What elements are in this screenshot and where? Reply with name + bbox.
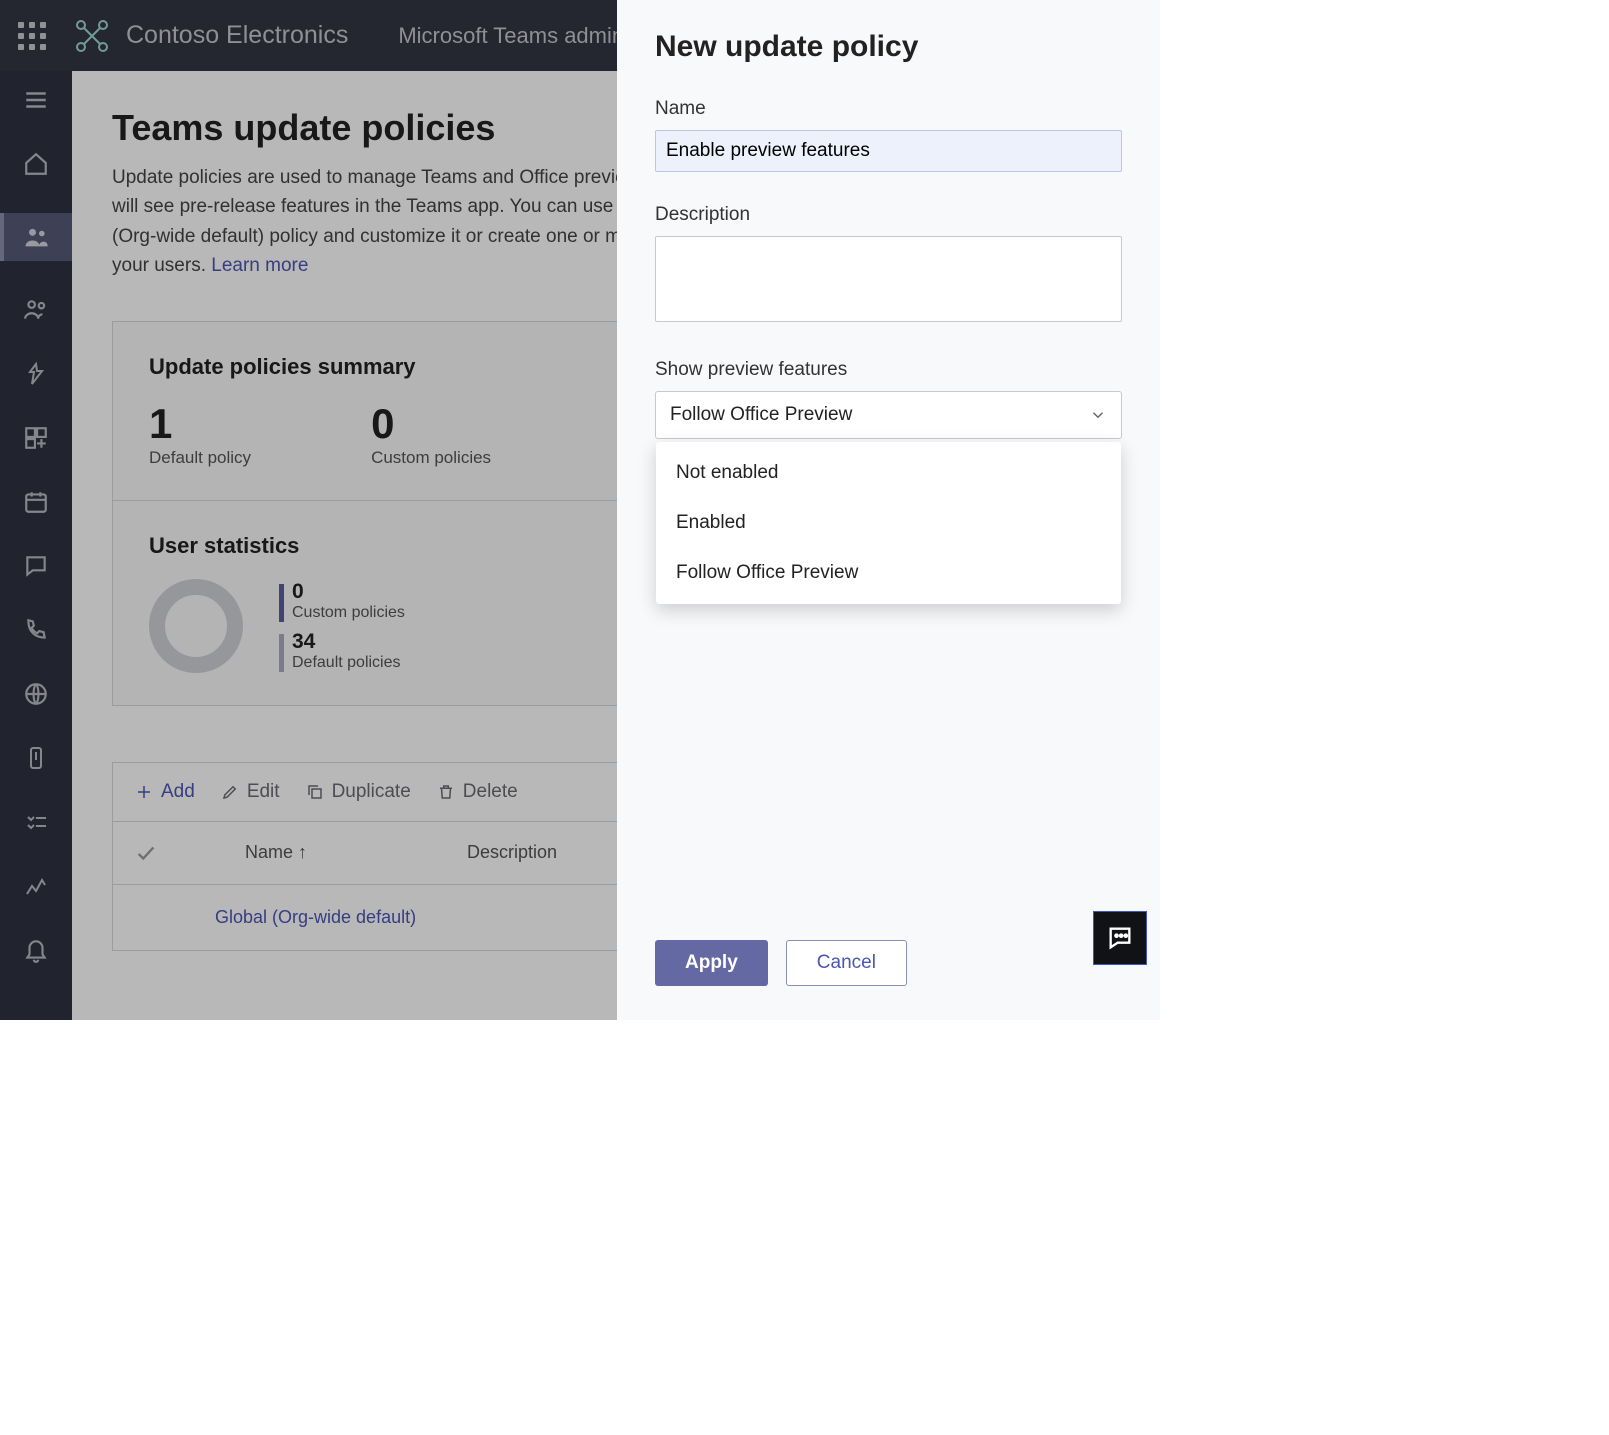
custom-policy-count: 0 — [371, 400, 491, 448]
kpi-default-value: 34 — [292, 630, 401, 654]
add-button[interactable]: Add — [135, 781, 195, 803]
apply-button[interactable]: Apply — [655, 940, 768, 986]
nav-calendar-icon[interactable] — [21, 487, 51, 517]
default-policy-label: Default policy — [149, 448, 251, 468]
nav-voice-icon[interactable] — [21, 615, 51, 645]
duplicate-button[interactable]: Duplicate — [306, 781, 411, 803]
feedback-icon — [1106, 924, 1134, 952]
nav-apps-icon[interactable] — [21, 423, 51, 453]
col-name[interactable]: Name ↑ — [245, 842, 307, 863]
app-launcher-icon[interactable] — [18, 22, 46, 50]
nav-messaging-icon[interactable] — [21, 551, 51, 581]
feedback-button[interactable] — [1094, 912, 1146, 964]
brand-text: Contoso Electronics — [126, 21, 348, 50]
nav-devices-icon[interactable] — [21, 359, 51, 389]
nav-planning-icon[interactable] — [21, 807, 51, 837]
preview-dropdown: Not enabled Enabled Follow Office Previe… — [656, 442, 1121, 604]
nav-hamburger-icon[interactable] — [21, 85, 51, 115]
policy-name-link[interactable]: Global (Org-wide default) — [215, 907, 416, 928]
brand-logo-icon — [72, 16, 112, 56]
preview-label: Show preview features — [655, 359, 1122, 381]
nav-users-icon[interactable] — [21, 295, 51, 325]
preview-selected-value: Follow Office Preview — [670, 404, 852, 426]
edit-button[interactable]: Edit — [221, 781, 280, 803]
option-enabled[interactable]: Enabled — [656, 498, 1121, 548]
option-not-enabled[interactable]: Not enabled — [656, 448, 1121, 498]
chevron-down-icon — [1089, 406, 1107, 424]
name-label: Name — [655, 98, 1122, 120]
learn-more-link[interactable]: Learn more — [211, 255, 308, 276]
name-input[interactable] — [655, 130, 1122, 172]
nav-notifications-icon[interactable] — [21, 935, 51, 965]
default-policy-count: 1 — [149, 400, 251, 448]
cancel-button[interactable]: Cancel — [786, 940, 907, 986]
option-follow-office[interactable]: Follow Office Preview — [656, 548, 1121, 598]
kpi-custom-value: 0 — [292, 580, 405, 604]
description-input[interactable] — [655, 236, 1122, 322]
nav-locations-icon[interactable] — [21, 679, 51, 709]
nav-teams-icon[interactable] — [0, 213, 72, 261]
select-all-icon[interactable] — [135, 842, 157, 864]
nav-home-icon[interactable] — [21, 149, 51, 179]
new-policy-panel: New update policy Name Description Show … — [617, 0, 1160, 1020]
nav-analytics-icon[interactable] — [21, 871, 51, 901]
left-nav — [0, 71, 72, 1020]
brand: Contoso Electronics — [72, 16, 348, 56]
panel-title: New update policy — [655, 30, 1122, 64]
custom-policy-label: Custom policies — [371, 448, 491, 468]
col-description[interactable]: Description — [467, 842, 557, 863]
nav-policy-icon[interactable] — [21, 743, 51, 773]
delete-button[interactable]: Delete — [437, 781, 518, 803]
preview-select[interactable]: Follow Office Preview Not enabled Enable… — [655, 391, 1122, 439]
donut-chart-icon — [149, 579, 243, 673]
description-label: Description — [655, 204, 1122, 226]
